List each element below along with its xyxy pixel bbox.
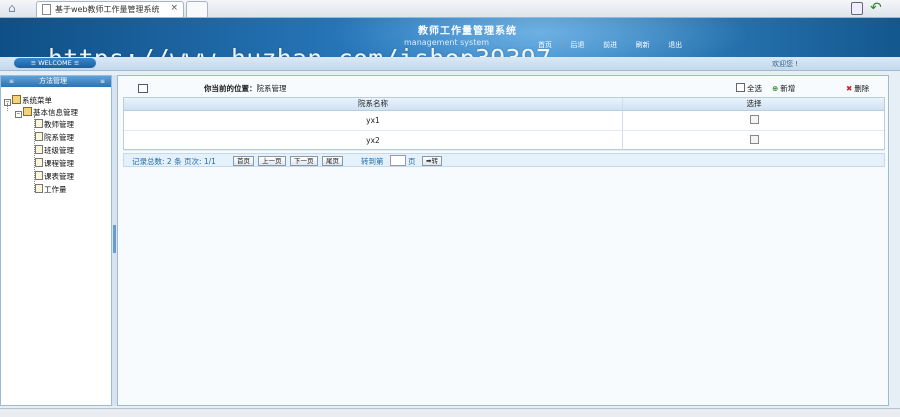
document-icon <box>35 171 43 180</box>
nav-logout[interactable]: 退出 <box>668 40 682 50</box>
cell-name: yx2 <box>366 136 380 145</box>
page-unit-label: 页 <box>408 157 416 166</box>
table-row[interactable]: yx2 <box>124 131 884 151</box>
breadcrumb-value: 院系管理 <box>256 84 287 93</box>
document-icon <box>35 145 43 154</box>
nav-forward[interactable]: 前进 <box>603 40 617 50</box>
select-all-button[interactable]: 全选 <box>736 83 762 94</box>
go-button[interactable]: ➡转 <box>422 156 442 166</box>
welcome-button[interactable]: ≡ WELCOME ≡ <box>14 58 96 68</box>
sidebar-item-label: 班级管理 <box>44 146 74 155</box>
column-header-name: 院系名称 <box>358 99 388 108</box>
page-number-input[interactable] <box>390 155 406 166</box>
document-icon <box>35 119 43 128</box>
prev-page-button[interactable]: 上一页 <box>258 156 286 166</box>
tab-close-icon[interactable]: × <box>170 3 178 13</box>
pagination-bar: 记录总数: 2 条 页次: 1/1 首页 上一页 下一页 尾页 转到第 页 ➡转 <box>123 153 885 167</box>
add-label: 新增 <box>780 84 796 93</box>
delete-label: 删除 <box>854 84 870 93</box>
goto-label: 转到第 <box>361 157 384 166</box>
first-page-button[interactable]: 首页 <box>233 156 254 166</box>
column-header-select: 选择 <box>622 98 885 110</box>
sidebar-header-right-mark[interactable]: ≡ <box>100 76 105 87</box>
reader-icon[interactable] <box>851 2 863 15</box>
sidebar: ≡ 方法管理 ≡ − 系统菜单 − 基本信息管理 教师管理 院系管理 班级管理 课程… <box>0 75 112 406</box>
document-icon <box>35 184 43 193</box>
nav-back[interactable]: 后退 <box>571 40 585 50</box>
last-page-button[interactable]: 尾页 <box>322 156 343 166</box>
sidebar-item-schedule[interactable]: 课表管理 <box>35 171 74 182</box>
sidebar-item-class[interactable]: 班级管理 <box>35 145 74 156</box>
table-row[interactable]: yx1 <box>124 111 884 131</box>
tree-root-label: 系统菜单 <box>22 96 52 105</box>
tab-title: 基于web教师工作量管理系统 <box>55 5 160 14</box>
add-button[interactable]: ⊕ 新增 <box>772 83 795 94</box>
sidebar-header-left-mark: ≡ <box>9 78 15 85</box>
select-all-label: 全选 <box>747 84 762 93</box>
sidebar-header: ≡ 方法管理 ≡ <box>1 76 111 87</box>
cell-name: yx1 <box>366 116 380 125</box>
browser-tab-bar: ⌂ 基于web教师工作量管理系统 × ↶ <box>0 0 900 18</box>
sidebar-title: 方法管理 <box>39 77 67 85</box>
breadcrumb-label: 你当前的位置： <box>204 84 257 93</box>
top-nav: 首页 后退 前进 刷新 退出 <box>538 40 698 52</box>
welcome-user-text: 欢迎您 ! <box>772 60 799 68</box>
row-checkbox[interactable] <box>749 135 759 144</box>
browser-tab[interactable]: 基于web教师工作量管理系统 × <box>36 1 184 17</box>
sidebar-item-label: 院系管理 <box>44 133 74 142</box>
main-panel: 你当前的位置：院系管理 全选 ⊕ 新增 ✖ 删除 院系名称 选择 yx1 yx2 记… <box>117 75 889 406</box>
page-icon <box>42 4 51 15</box>
folder-icon <box>12 95 21 104</box>
next-page-button[interactable]: 下一页 <box>290 156 318 166</box>
watermark-text: https://www.huzhan.com/ishop39397 <box>48 44 551 57</box>
row-checkbox[interactable] <box>749 115 759 124</box>
sidebar-item-label: 课表管理 <box>44 172 74 181</box>
home-icon[interactable]: ⌂ <box>8 2 22 14</box>
checkbox-icon[interactable] <box>736 83 745 92</box>
folder-open-icon <box>23 107 32 116</box>
cell-select <box>622 131 885 150</box>
document-icon <box>35 132 43 141</box>
nav-refresh[interactable]: 刷新 <box>636 40 650 50</box>
sidebar-item-label: 课程管理 <box>44 159 74 168</box>
tree-group[interactable]: − 基本信息管理 <box>15 107 78 118</box>
sidebar-item-department[interactable]: 院系管理 <box>35 132 74 143</box>
delete-button[interactable]: ✖ 删除 <box>846 83 869 94</box>
app-header: 教师工作量管理系统 management system 首页 后退 前进 刷新 … <box>0 18 900 57</box>
delete-icon: ✖ <box>846 84 853 93</box>
sidebar-item-workload[interactable]: 工作量 <box>35 184 67 195</box>
document-icon <box>35 158 43 167</box>
data-table: 院系名称 选择 yx1 yx2 <box>123 97 885 151</box>
table-header: 院系名称 选择 <box>124 98 884 111</box>
sidebar-item-teacher[interactable]: 教师管理 <box>35 119 74 130</box>
window-icon <box>138 84 148 93</box>
cell-select <box>622 111 885 130</box>
welcome-bar: ≡ WELCOME ≡ 欢迎您 ! <box>0 57 900 71</box>
collapse-icon[interactable]: − <box>15 111 22 118</box>
record-info: 记录总数: 2 条 页次: 1/1 <box>132 157 216 166</box>
splitter-grip[interactable] <box>113 225 116 253</box>
new-tab-button[interactable] <box>186 1 208 17</box>
add-icon: ⊕ <box>772 84 779 93</box>
breadcrumb: 你当前的位置：院系管理 <box>204 83 287 94</box>
sidebar-item-label: 工作量 <box>44 185 67 194</box>
back-arrow-icon[interactable]: ↶ <box>870 0 882 16</box>
system-title: 教师工作量管理系统 <box>418 26 517 37</box>
sidebar-item-label: 教师管理 <box>44 120 74 129</box>
tree-group-label: 基本信息管理 <box>33 108 78 117</box>
sidebar-item-course[interactable]: 课程管理 <box>35 158 74 169</box>
tree-root[interactable]: − 系统菜单 <box>4 95 52 106</box>
